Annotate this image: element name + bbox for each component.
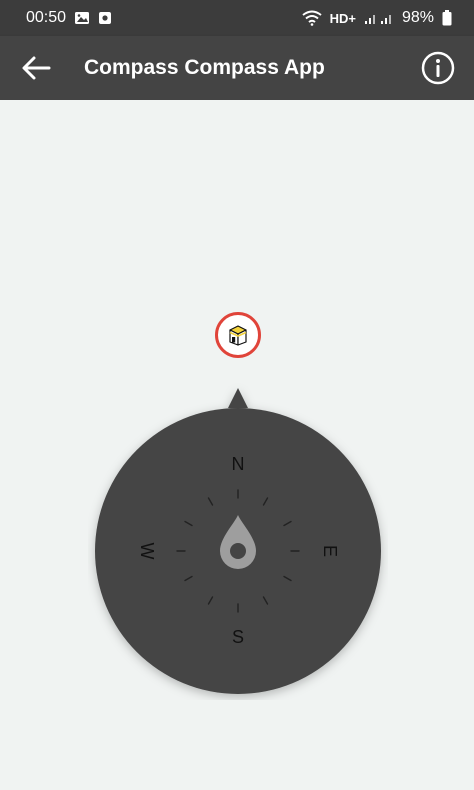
back-arrow-icon (21, 55, 51, 81)
back-button[interactable] (12, 44, 60, 92)
battery-icon (442, 10, 452, 26)
app-title: Compass Compass App (84, 56, 325, 79)
gallery-icon (74, 11, 90, 25)
wifi-icon (301, 10, 322, 26)
cardinal-west: W (137, 542, 157, 560)
status-bar: 00:50 HD+ 98% (0, 0, 474, 36)
screenshot-icon (98, 11, 112, 25)
status-left: 00:50 (26, 9, 112, 27)
status-time: 00:50 (26, 9, 67, 26)
compass-dial (95, 388, 381, 694)
info-button[interactable] (414, 44, 462, 92)
signal-icon (364, 11, 394, 25)
cardinal-south: S (231, 627, 244, 647)
cardinal-north: N (231, 454, 245, 474)
network-badge: HD+ (329, 10, 356, 26)
battery-percent: 98% (401, 9, 434, 26)
cardinal-east: E (320, 544, 340, 557)
qibla-marker[interactable] (215, 312, 261, 358)
status-right: HD+ 98% (301, 9, 452, 27)
info-icon (421, 51, 455, 85)
app-bar: Compass Compass App (0, 36, 474, 100)
kaaba-icon (225, 322, 251, 348)
compass: N S E W (88, 382, 388, 700)
